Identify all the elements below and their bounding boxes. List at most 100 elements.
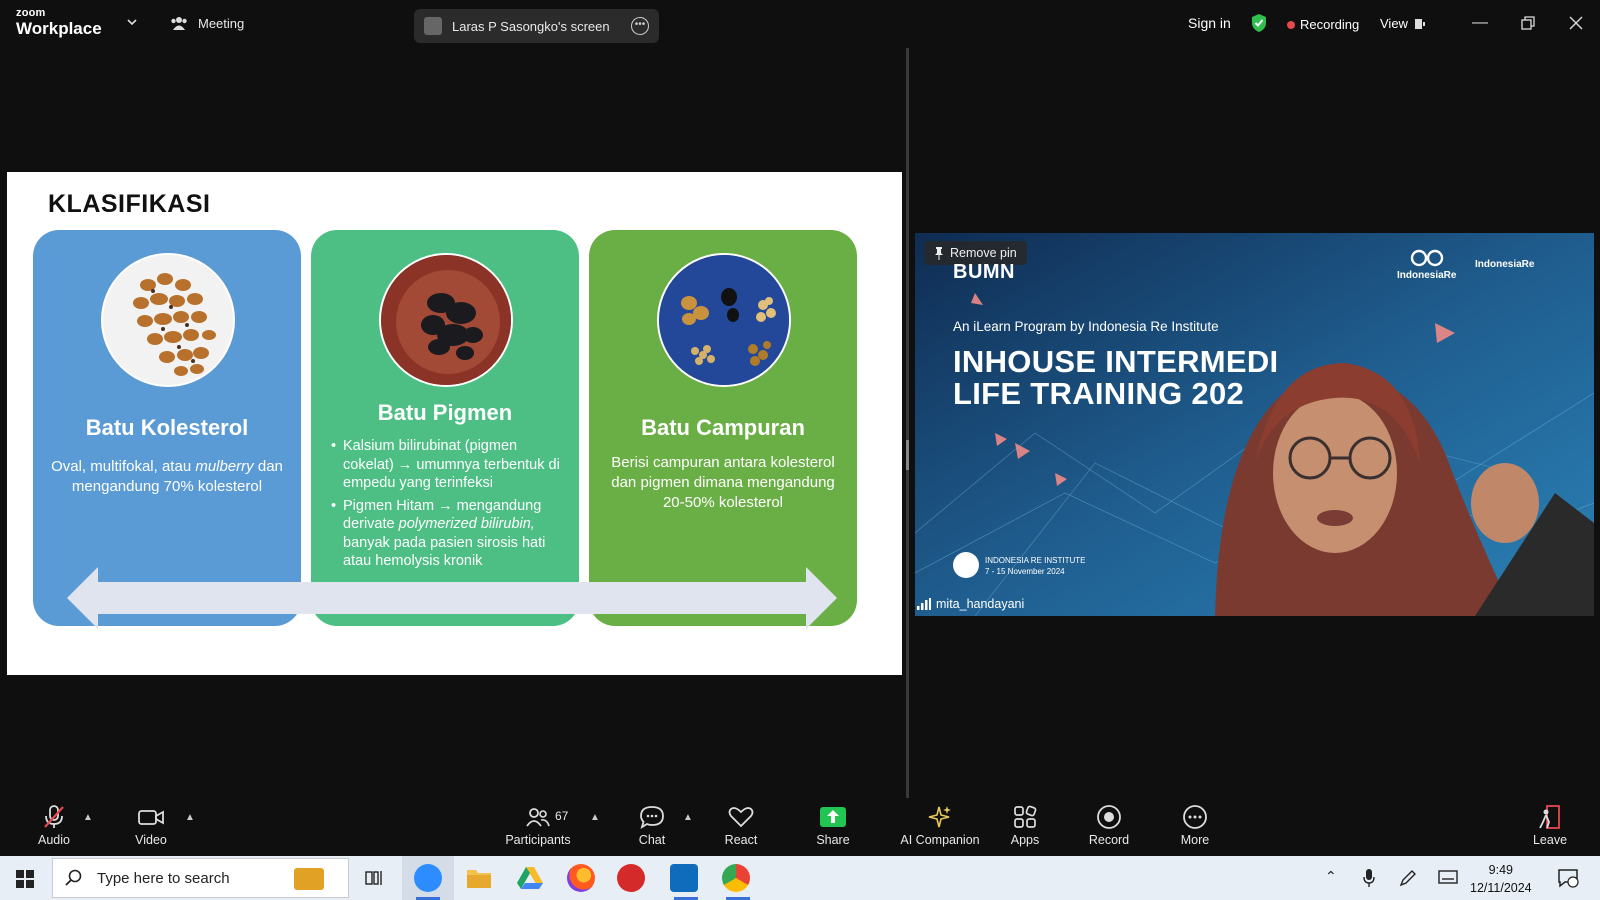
video-options-caret-icon[interactable]: ▲ [185, 812, 195, 823]
card-title: Batu Pigmen [377, 400, 513, 425]
more-label: More [1180, 833, 1210, 847]
brand-bottom: Workplace [16, 19, 102, 38]
headline-line: LIFE TRAINING 202 [953, 376, 1245, 411]
screen-share-indicator[interactable]: Laras P Sasongko's screen ••• [414, 9, 659, 43]
leave-button[interactable]: Leave [1510, 804, 1590, 847]
minimize-icon[interactable]: — [1472, 14, 1488, 32]
cholesterol-stones-image [101, 253, 235, 387]
bullet-text: banyak pada pasien sirosis hati atau hem… [343, 534, 546, 570]
slide-title: KLASIFIKASI [48, 190, 211, 218]
system-clock[interactable]: 9:49 12/11/2024 [1470, 861, 1532, 897]
indonesiare-logo: IndonesiaRe [1397, 249, 1456, 281]
restore-icon[interactable] [1521, 16, 1535, 30]
desc-text: Oval, multifokal, atau [51, 458, 192, 475]
desc-italic: mulberry [195, 458, 254, 475]
participants-options-caret-icon[interactable]: ▲ [590, 812, 600, 823]
zoom-workplace-logo[interactable]: zoom Workplace [16, 7, 102, 38]
card-description: Berisi campuran antara kolesterol dan pi… [611, 454, 835, 511]
zoom-app-icon[interactable] [414, 864, 442, 892]
pigment-stones-image [379, 253, 513, 387]
participant-name-tag: mita_handayani [917, 597, 1024, 611]
card-title: Batu Campuran [641, 415, 805, 440]
google-drive-icon[interactable] [516, 864, 544, 892]
audio-button[interactable]: Audio [14, 804, 94, 847]
taskbar-search-box[interactable]: Type here to search [52, 858, 349, 898]
shared-screen-slide: KLASIFIKASI Batu Kolesterol Oval, multif… [7, 172, 902, 675]
tray-overflow-chevron-icon[interactable]: ⌃ [1325, 868, 1337, 885]
meeting-toolbar: Audio ▲ Video ▲ Participants 67 ▲ Chat ▲… [0, 798, 1600, 856]
bullet-item: Pigmen Hitam → mengandung derivate polym… [331, 497, 571, 571]
firefox-icon[interactable] [567, 864, 595, 892]
institute-logo-text: IndonesiaRe [1475, 259, 1535, 270]
microphone-muted-icon [44, 805, 64, 828]
share-label: Laras P Sasongko's screen [452, 18, 610, 34]
audio-label: Audio [38, 833, 70, 847]
video-button[interactable]: Video [111, 804, 191, 847]
outlook-icon[interactable] [670, 864, 698, 892]
close-icon[interactable] [1569, 16, 1583, 30]
security-app-icon[interactable] [617, 864, 645, 892]
avatar [424, 17, 442, 35]
chat-label: Chat [638, 833, 666, 847]
meeting-menu[interactable]: Meeting [170, 15, 244, 31]
recording-indicator[interactable]: Recording [1287, 17, 1359, 32]
chat-button[interactable]: Chat [612, 804, 692, 847]
heart-icon [728, 807, 754, 828]
video-camera-icon [138, 810, 164, 825]
recording-label: Recording [1300, 17, 1360, 32]
brand-top: zoom [16, 7, 46, 19]
participants-label: Participants [505, 833, 571, 847]
indonesiare-text: IndonesiaRe [1397, 270, 1457, 281]
touch-keyboard-icon[interactable] [1438, 868, 1458, 886]
card-bullet-list: Kalsium bilirubinat (pigmen cokelat) → u… [331, 437, 571, 575]
chat-bubble-icon [640, 806, 664, 829]
briefcase-icon[interactable] [294, 868, 324, 890]
signal-bars-icon [917, 598, 931, 610]
share-button[interactable]: Share [793, 804, 873, 847]
meeting-label: Meeting [198, 15, 245, 31]
react-button[interactable]: React [701, 804, 781, 847]
task-view-icon[interactable] [365, 869, 385, 887]
view-menu[interactable]: View [1380, 16, 1426, 31]
institute-badge-icon [953, 552, 979, 578]
leave-label: Leave [1532, 833, 1568, 847]
pen-icon[interactable] [1398, 868, 1418, 888]
card-title: Batu Kolesterol [85, 415, 249, 440]
participants-count: 67 [555, 809, 569, 823]
bullet-item: Kalsium bilirubinat (pigmen cokelat) → u… [331, 437, 571, 493]
share-screen-icon [820, 807, 846, 827]
indonesiare-mark [1410, 249, 1443, 267]
sign-in-link[interactable]: Sign in [1188, 15, 1231, 31]
indonesiare-institute-logo: IndonesiaRe [1475, 259, 1534, 270]
participant-video-tile[interactable]: Remove pin BUMN IndonesiaRe IndonesiaRe … [915, 233, 1594, 616]
record-icon [1097, 805, 1121, 829]
ai-companion-button[interactable]: AI Companion [894, 804, 986, 847]
record-button[interactable]: Record [1069, 804, 1149, 847]
chrome-icon[interactable] [722, 864, 750, 892]
chevron-down-icon[interactable] [126, 16, 138, 28]
recording-dot [1287, 20, 1295, 29]
bumn-logo: BUMN [953, 261, 1015, 284]
audio-options-caret-icon[interactable]: ▲ [83, 812, 93, 823]
more-options-icon[interactable]: ••• [631, 17, 649, 35]
divider-handle[interactable] [906, 440, 909, 470]
participant-name: mita_handayani [936, 597, 1025, 611]
notifications-icon[interactable] [1557, 868, 1579, 888]
leave-door-icon [1539, 805, 1560, 829]
split-divider[interactable] [906, 48, 909, 798]
apps-label: Apps [1010, 833, 1040, 847]
microphone-icon[interactable] [1363, 868, 1375, 888]
file-explorer-icon[interactable] [465, 864, 493, 892]
more-button[interactable]: More [1155, 804, 1235, 847]
sparkle-icon [928, 806, 951, 828]
participants-icon [526, 808, 550, 827]
apps-button[interactable]: Apps [985, 804, 1065, 847]
record-label: Record [1088, 833, 1130, 847]
windows-start-icon[interactable] [16, 870, 34, 888]
search-placeholder: Type here to search [97, 869, 230, 887]
chat-options-caret-icon[interactable]: ▲ [683, 812, 693, 823]
shield-check-icon[interactable] [1250, 13, 1268, 33]
people-icon [171, 17, 187, 30]
mixed-stones-image [657, 253, 791, 387]
card-description: Oval, multifokal, atau mulberry dan meng… [47, 457, 287, 497]
